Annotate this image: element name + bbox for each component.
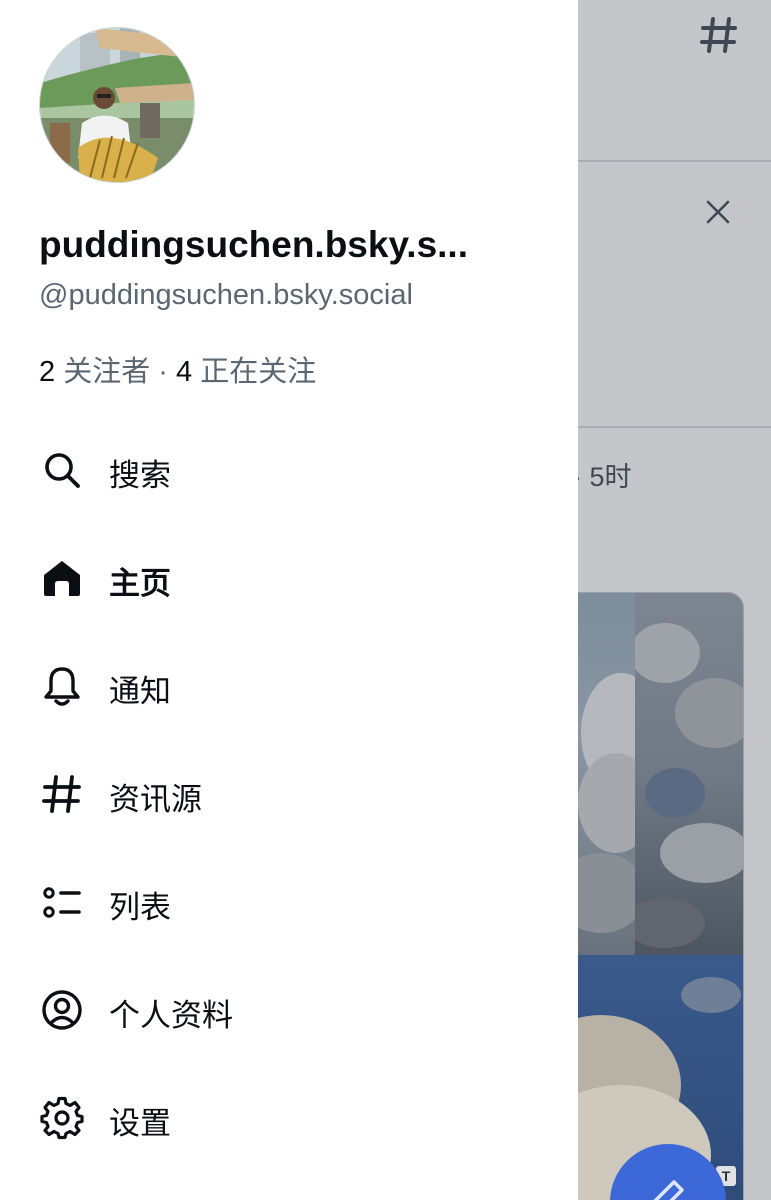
search-icon <box>45 453 80 488</box>
followers-label: 关注者 <box>63 356 151 388</box>
menu-item-label: 主页 <box>109 566 171 601</box>
list-icon <box>43 887 81 918</box>
following-label: 正在关注 <box>200 356 317 388</box>
post-time: · 5时 <box>573 462 632 492</box>
stats-separator: · <box>158 356 168 388</box>
gear-icon <box>40 1096 84 1140</box>
menu-item-label: 通知 <box>109 674 171 709</box>
menu-item-lists[interactable]: 列表 <box>0 858 578 948</box>
menu-item-label: 资讯源 <box>109 782 202 817</box>
following-count: 4 <box>176 356 193 388</box>
banner-divider <box>578 426 771 428</box>
menu-item-home[interactable]: 主页 <box>0 534 578 624</box>
menu-item-search[interactable]: 搜索 <box>0 426 578 516</box>
handle: @puddingsuchen.bsky.social <box>39 279 413 311</box>
followers-link[interactable]: 2 关注者 <box>39 356 150 388</box>
post-image-grid[interactable] <box>560 592 744 1200</box>
following-link[interactable]: 4 正在关注 <box>176 356 316 388</box>
home-icon <box>44 561 80 596</box>
cloud-photo[interactable] <box>635 593 743 955</box>
menu-item-profile[interactable]: 个人资料 <box>0 966 578 1056</box>
menu-item-label: 列表 <box>109 890 171 925</box>
hashtag-icon <box>42 775 81 813</box>
menu-item-label: 搜索 <box>109 458 171 493</box>
avatar-photo <box>40 28 194 182</box>
header-divider <box>578 160 771 162</box>
display-name[interactable]: puddingsuchen.bsky.s... <box>39 224 479 266</box>
bell-icon <box>44 667 80 706</box>
profile-icon <box>42 990 82 1030</box>
menu-item-label: 设置 <box>109 1106 171 1141</box>
menu-item-label: 个人资料 <box>109 998 233 1033</box>
close-icon[interactable] <box>705 199 731 225</box>
avatar[interactable] <box>39 27 195 183</box>
followers-count: 2 <box>39 356 56 388</box>
hashtag-icon[interactable] <box>698 14 740 56</box>
follow-stats: 2 关注者 · 4 正在关注 <box>39 348 316 390</box>
menu-item-notifications[interactable]: 通知 <box>0 642 578 732</box>
compose-icon <box>653 1180 684 1200</box>
menu-item-feeds[interactable]: 资讯源 <box>0 750 578 840</box>
navigation-drawer: puddingsuchen.bsky.s... @puddingsuchen.b… <box>0 0 578 1200</box>
menu-item-settings[interactable]: 设置 <box>0 1074 578 1164</box>
